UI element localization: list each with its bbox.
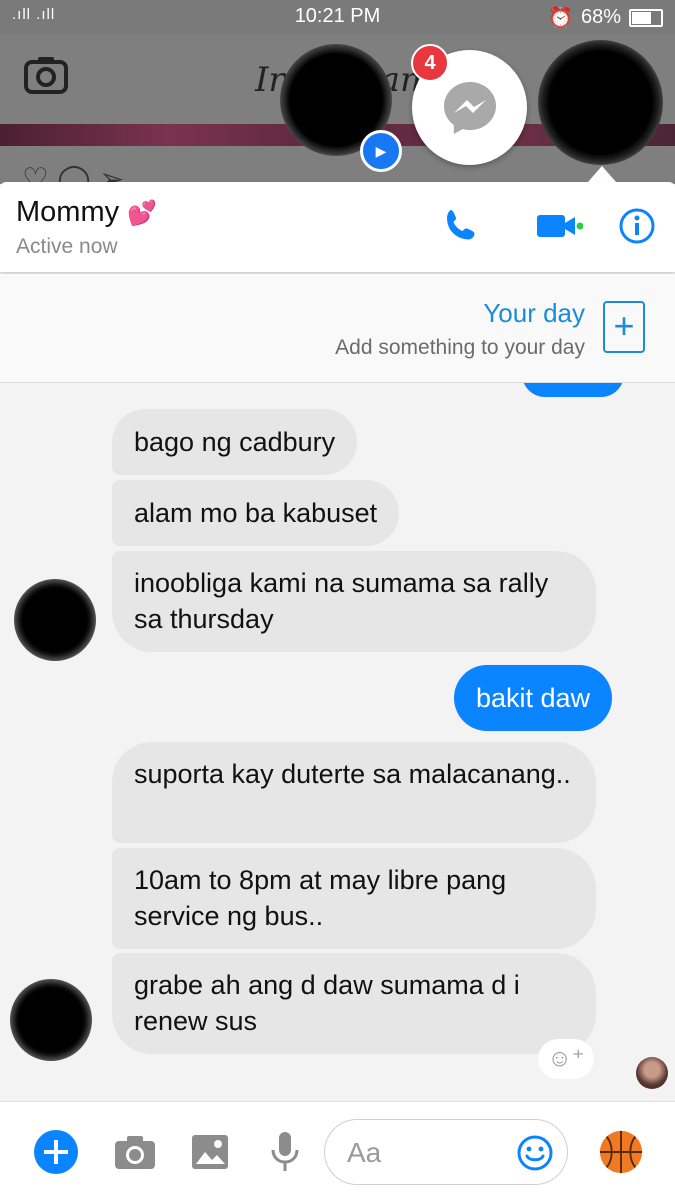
message-bubble-incoming[interactable]: grabe ah ang d daw sumama d i renew sus xyxy=(112,953,596,1054)
message-bubble-incoming[interactable]: bago ng cadbury xyxy=(112,409,358,475)
gallery-button[interactable] xyxy=(187,1129,233,1175)
message-text: alam mo ba kabuset xyxy=(134,498,378,528)
battery-icon xyxy=(629,8,663,27)
status-bar: .ıll .ıll 10:21 PM ⏰ 68% xyxy=(0,0,675,34)
emoji-icon[interactable] xyxy=(516,1134,554,1172)
your-day-subtitle: Add something to your day xyxy=(335,336,585,359)
chat-header: Mommy 💕 Active now xyxy=(0,182,675,272)
video-icon[interactable] xyxy=(535,206,583,246)
message-bubble-incoming[interactable]: 10am to 8pm at may libre pang service ng… xyxy=(112,848,596,949)
camera-icon xyxy=(115,1136,155,1169)
add-reaction-button[interactable]: ☺⁺ xyxy=(538,1039,594,1079)
camera-button[interactable] xyxy=(112,1129,158,1175)
active-status: Active now xyxy=(16,235,118,258)
game-button[interactable] xyxy=(598,1129,644,1175)
contact-avatar[interactable] xyxy=(10,979,92,1061)
message-bubble-incoming[interactable]: suporta kay duterte sa malacanang.. xyxy=(112,742,596,843)
unread-badge: 4 xyxy=(411,44,449,82)
battery-level: 68% xyxy=(580,6,621,28)
message-text: 10am to 8pm at may libre pang service ng… xyxy=(134,865,507,931)
phone-icon[interactable] xyxy=(442,206,482,246)
your-day-banner[interactable]: Your day Add something to your day xyxy=(0,274,675,383)
message-text: suporta kay duterte sa malacanang.. xyxy=(134,759,571,789)
message-bubble-outgoing[interactable]: bakit daw xyxy=(454,665,613,731)
message-input[interactable] xyxy=(345,1134,499,1172)
image-icon xyxy=(192,1135,228,1169)
message-text: inoobliga kami na sumama sa rally sa thu… xyxy=(134,568,549,634)
plus-button[interactable] xyxy=(33,1129,79,1175)
camera-icon xyxy=(24,57,68,94)
voice-button[interactable] xyxy=(262,1129,308,1175)
composer-bar xyxy=(0,1101,675,1201)
chat-head-pointer xyxy=(588,166,616,182)
plus-icon xyxy=(34,1130,78,1174)
seen-avatar xyxy=(636,1057,668,1089)
message-text: bakit daw xyxy=(476,682,591,713)
status-right: ⏰ 68% xyxy=(548,5,663,30)
message-text: grabe ah ang d daw sumama d i renew sus xyxy=(134,970,520,1036)
previous-outgoing-bubble xyxy=(522,383,624,397)
message-bubble-incoming[interactable]: alam mo ba kabuset xyxy=(112,480,400,546)
contact-name-text: Mommy xyxy=(16,196,120,228)
basketball-icon xyxy=(599,1130,643,1174)
messenger-badge-icon: ▶ xyxy=(360,130,402,172)
heart-emoji: 💕 xyxy=(127,200,158,227)
alarm-icon: ⏰ xyxy=(548,7,573,29)
add-to-day-button[interactable]: + xyxy=(603,301,645,353)
chat-head-avatar-2[interactable] xyxy=(538,40,663,165)
contact-avatar[interactable] xyxy=(14,579,96,661)
message-composer[interactable] xyxy=(324,1119,568,1185)
contact-name[interactable]: Mommy 💕 xyxy=(16,196,157,229)
messenger-icon xyxy=(443,81,496,134)
mic-icon xyxy=(271,1132,299,1171)
message-bubble-incoming[interactable]: inoobliga kami na sumama sa rally sa thu… xyxy=(112,551,596,652)
message-list[interactable]: bago ng cadbury alam mo ba kabuset inoob… xyxy=(0,383,675,1101)
info-icon[interactable] xyxy=(617,206,657,246)
your-day-title: Your day xyxy=(483,298,585,328)
message-text: bago ng cadbury xyxy=(134,427,336,457)
